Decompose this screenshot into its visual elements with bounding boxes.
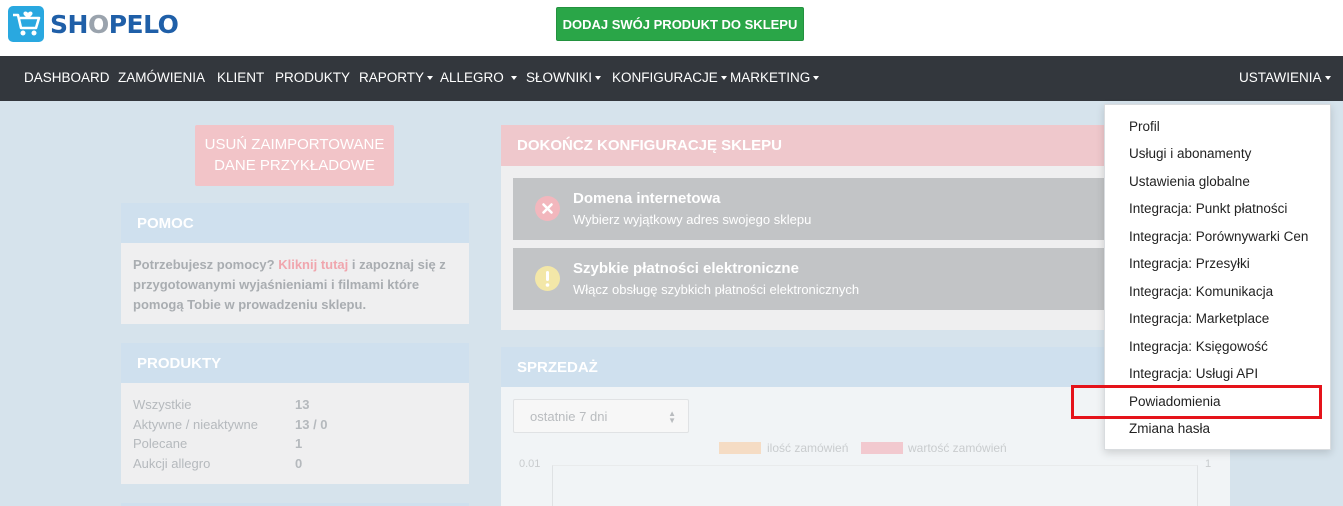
delete-demo-line1: USUŃ ZAIMPORTOWANE [204,136,385,153]
config-panel: DOKOŃCZ KONFIGURACJĘ SKLEPU Domena inter… [501,125,1121,330]
y-axis-left-top: 0.01 [519,458,541,470]
menu-item-global-settings[interactable]: Ustawienia globalne [1129,174,1250,189]
config-item-subtitle: Wybierz wyjątkowy adres swojego sklepu [573,212,812,227]
cart-logo-icon [8,6,44,42]
config-item-payments[interactable]: Szybkie płatności elektroniczne Włącz ob… [513,248,1121,310]
help-panel: POMOC Potrzebujesz pomocy? Kliknij tutaj… [121,203,469,324]
caret-down-icon [813,76,820,81]
select-arrows-icon: ▲ ▼ [668,409,676,425]
caret-down-icon [595,76,602,81]
menu-item-services[interactable]: Usługi i abonamenty [1129,146,1251,161]
nav-configurations-label: KONFIGURACJE [612,70,718,85]
products-row-label: Aukcji allegro [133,456,211,471]
legend-orders-count: ilość zamówień [767,441,849,455]
nav-products[interactable]: PRODUKTY [275,70,350,85]
nav-orders[interactable]: ZAMÓWIENIA [118,70,205,85]
notifications-highlight-box [1071,385,1322,419]
config-item-domain[interactable]: Domena internetowa Wybierz wyjątkowy adr… [513,178,1121,240]
nav-settings-label: USTAWIENIA [1239,70,1322,85]
menu-item-api-integration[interactable]: Integracja: Usługi API [1129,366,1258,381]
products-row-value: 0 [295,456,303,471]
products-row-label: Wszystkie [133,397,192,412]
config-item-title: Szybkie płatności elektroniczne [573,260,799,277]
menu-item-payment-integration[interactable]: Integracja: Punkt płatności [1129,201,1287,216]
config-item-title: Domena internetowa [573,190,721,207]
products-row-value: 1 [295,436,303,451]
legend-swatch-orders-count [719,442,761,454]
config-item-subtitle: Włącz obsługę szybkich płatności elektro… [573,282,860,297]
nav-dictionaries-label: SŁOWNIKI [526,70,593,85]
nav-settings[interactable]: USTAWIENIA [1239,70,1331,85]
menu-item-marketplace-integration[interactable]: Integracja: Marketplace [1129,311,1269,326]
period-select[interactable]: ostatnie 7 dni ▲ ▼ [513,399,689,433]
add-product-button[interactable]: DODAJ SWÓJ PRODUKT DO SKLEPU [556,7,804,41]
menu-item-profile[interactable]: Profil [1129,119,1160,134]
help-link[interactable]: Kliknij tutaj [278,257,348,272]
menu-item-accounting-integration[interactable]: Integracja: Księgowość [1129,339,1268,354]
nav-allegro[interactable]: ALLEGRO [440,70,517,85]
logo-text: SHOPELO [50,9,179,39]
nav-marketing[interactable]: MARKETING [730,70,820,85]
products-row-label: Polecane [133,436,188,451]
help-text: Potrzebujesz pomocy? Kliknij tutaj i zap… [133,255,463,315]
nav-reports-label: RAPORTY [359,70,425,85]
menu-item-change-password[interactable]: Zmiana hasła [1129,421,1210,436]
nav-dashboard[interactable]: DASHBOARD [24,70,110,85]
nav-marketing-label: MARKETING [730,70,811,85]
top-header: SHOPELO DODAJ SWÓJ PRODUKT DO SKLEPU [0,0,1343,56]
legend-swatch-orders-value [861,442,903,454]
help-text-before: Potrzebujesz pomocy? [133,257,279,272]
help-panel-title: POMOC [121,203,469,243]
menu-item-communication-integration[interactable]: Integracja: Komunikacja [1129,284,1273,299]
error-x-icon [535,196,560,221]
main-nav: DASHBOARD ZAMÓWIENIA KLIENT PRODUKTY RAP… [0,56,1343,101]
warning-exclamation-icon [535,266,560,291]
products-row-label: Aktywne / nieaktywne [133,417,259,432]
nav-allegro-label: ALLEGRO [440,70,504,85]
products-row-value: 13 [295,397,310,412]
sales-chart-area [552,465,1198,506]
legend-orders-value: wartość zamówień [908,441,1007,455]
nav-dictionaries[interactable]: SŁOWNIKI [526,70,602,85]
menu-item-shipping-integration[interactable]: Integracja: Przesyłki [1129,256,1250,271]
nav-reports[interactable]: RAPORTY [359,70,434,85]
caret-down-icon [427,76,434,81]
y-axis-right-top: 1 [1205,458,1212,470]
products-row-value: 13 / 0 [295,417,328,432]
delete-demo-data-button[interactable]: USUŃ ZAIMPORTOWANE DANE PRZYKŁADOWE [195,125,394,186]
shopelo-logo[interactable]: SHOPELO [8,6,179,42]
products-panel-title: PRODUKTY [121,343,469,383]
period-select-value: ostatnie 7 dni [530,409,608,424]
nav-client[interactable]: KLIENT [217,70,264,85]
caret-down-icon [720,76,727,81]
config-panel-title: DOKOŃCZ KONFIGURACJĘ SKLEPU [501,125,1121,166]
menu-item-price-comparison-integration[interactable]: Integracja: Porównywarki Cen [1129,229,1308,244]
caret-down-icon [1324,76,1331,81]
delete-demo-line2: DANE PRZYKŁADOWE [214,157,375,174]
caret-down-icon [510,76,517,81]
products-panel: PRODUKTY Wszystkie 13 Aktywne / nieaktyw… [121,343,469,484]
nav-configurations[interactable]: KONFIGURACJE [612,70,727,85]
